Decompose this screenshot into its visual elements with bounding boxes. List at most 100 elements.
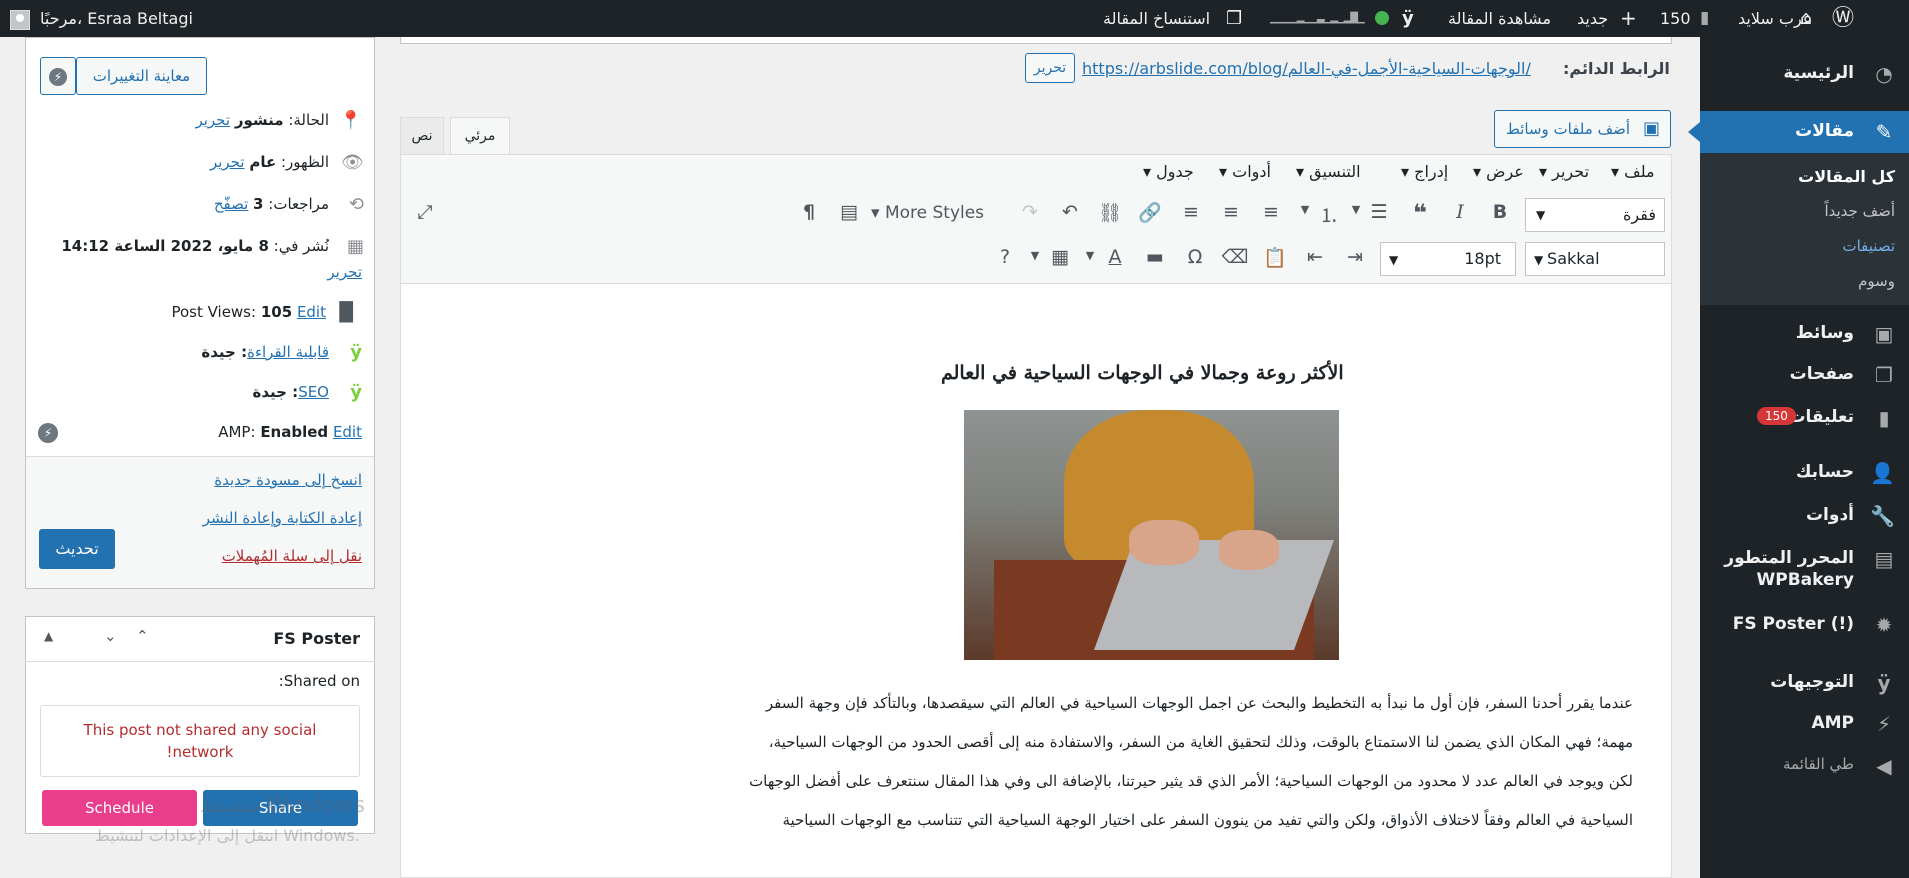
menu-file[interactable]: ملف ▾: [1611, 162, 1655, 181]
seo-link[interactable]: SEO: [298, 383, 329, 401]
editor-content-area[interactable]: الأكثر روعة وجمالا في الوجهات السياحية ف…: [400, 283, 1672, 878]
publish-box: معاينة التغييرات ⚡ 📍 الحالة: منشور تحرير…: [25, 37, 375, 589]
paragraph-mark-icon[interactable]: ¶: [795, 201, 823, 223]
visibility-edit-link[interactable]: تحرير: [210, 153, 245, 171]
help-icon[interactable]: ?: [991, 246, 1019, 268]
greeting[interactable]: مرحبًا، Esraa Beltagi: [40, 0, 193, 37]
fullscreen-icon[interactable]: ⤢: [411, 201, 439, 223]
align-right-icon[interactable]: ≡: [1177, 201, 1205, 223]
new-link[interactable]: جديد: [1577, 0, 1608, 37]
updates-count[interactable]: 150: [1660, 0, 1691, 37]
submenu-add-new[interactable]: أضف جديداً: [1824, 202, 1895, 220]
pin-location-icon: 📍: [339, 110, 362, 131]
media-icon: ▣: [1874, 322, 1894, 346]
numbered-list-icon[interactable]: ⒈: [1315, 201, 1343, 228]
horizontal-line-icon[interactable]: ▬: [1141, 246, 1169, 268]
toggle-panel-icon[interactable]: ▲: [44, 629, 53, 643]
format-select[interactable]: فقرة ▼: [1525, 198, 1665, 232]
add-media-button[interactable]: ▣ أضف ملفات وسائط: [1494, 110, 1671, 148]
align-left-icon[interactable]: ≡: [1257, 201, 1285, 223]
permalink-label: الرابط الدائم:: [1563, 59, 1670, 78]
article-image[interactable]: [964, 410, 1339, 660]
copy-to-draft-link[interactable]: انسخ إلى مسودة جديدة: [214, 471, 362, 489]
table-icon[interactable]: ▦: [1046, 246, 1074, 268]
link-icon[interactable]: 🔗: [1136, 201, 1164, 224]
submenu-categories[interactable]: تصنيفات: [1842, 237, 1895, 255]
status-edit-link[interactable]: تحرير: [195, 111, 230, 129]
wordpress-logo-icon[interactable]: Ⓦ: [1832, 0, 1854, 37]
post-editor: الرابط الدائم: https://arbslide.com/blog…: [400, 37, 1672, 878]
outdent-icon[interactable]: ⇤: [1301, 246, 1329, 268]
menu-edit[interactable]: تحرير ▾: [1539, 162, 1589, 181]
special-character-icon[interactable]: Ω: [1181, 246, 1209, 268]
menu-table[interactable]: جدول ▾: [1143, 162, 1194, 181]
windows-activation-watermark: تنشيط Windows: [200, 793, 366, 818]
published-edit-link[interactable]: تحرير: [327, 263, 362, 281]
bullet-list-dropdown-icon[interactable]: ▼: [1342, 203, 1370, 216]
revisions-clock-icon: ⟲: [348, 194, 364, 215]
site-name-link[interactable]: عرب سلايد: [1738, 0, 1812, 37]
title-field-edge: [400, 37, 1672, 44]
post-views-edit-link[interactable]: Edit: [297, 303, 326, 321]
font-family-select[interactable]: ▼ Sakkal Majalla: [1525, 242, 1665, 301]
chevron-up-icon[interactable]: ⌃: [136, 627, 149, 645]
preview-changes-button[interactable]: معاينة التغييرات: [76, 57, 207, 95]
clone-post-link[interactable]: استنساخ المقالة: [1103, 0, 1210, 37]
submenu-all-posts[interactable]: كل المقالات: [1798, 167, 1895, 186]
pages-icon: ❐: [1875, 363, 1893, 387]
wrench-icon: 🔧: [1870, 504, 1895, 528]
more-styles-dropdown[interactable]: ▾ More Styles: [871, 203, 984, 223]
view-post-link[interactable]: مشاهدة المقالة: [1448, 0, 1551, 37]
align-center-icon[interactable]: ≡: [1217, 201, 1245, 223]
numbered-list-dropdown-icon[interactable]: ▼: [1291, 203, 1319, 216]
amp-icon: ⚡: [49, 68, 67, 86]
publish-actions: انسخ إلى مسودة جديدة إعادة الكتابة وإعاد…: [26, 456, 374, 588]
readability-link[interactable]: قابلية القراءة: [247, 343, 329, 361]
amp-preview-button[interactable]: ⚡: [40, 57, 76, 95]
italic-icon[interactable]: I: [1446, 201, 1474, 223]
schedule-button[interactable]: Schedule: [42, 790, 197, 826]
comments-icon: ▮: [1878, 406, 1890, 430]
revisions-browse-link[interactable]: تصفّح: [214, 195, 248, 213]
admin-bar: Ⓦ ⌂ عرب سلايد ▮ 150 + جديد مشاهدة المقال…: [0, 0, 1909, 37]
bold-icon[interactable]: B: [1486, 201, 1514, 223]
menu-item-wpbakery[interactable]: ▤ المحرر المتطور WPBakery: [1700, 548, 1909, 592]
amp-edit-link[interactable]: Edit: [333, 423, 362, 441]
tab-visual[interactable]: مرئي: [450, 117, 510, 155]
indent-icon[interactable]: ⇥: [1341, 246, 1369, 268]
menu-tools[interactable]: أدوات ▾: [1219, 162, 1271, 181]
move-to-trash-link[interactable]: نقل إلى سلة المُهملات: [222, 547, 362, 565]
permalink-edit-button[interactable]: تحرير: [1025, 53, 1075, 83]
chevron-down-icon[interactable]: ⌄: [104, 627, 117, 645]
menu-format[interactable]: التنسيق ▾: [1296, 162, 1361, 181]
revisions-row: مراجعات: 3 تصفّح: [213, 195, 329, 213]
text-color-dropdown-icon[interactable]: ▼: [1076, 249, 1104, 262]
amp-icon: ⚡: [1876, 712, 1892, 736]
yoast-icon[interactable]: ÿ: [1402, 0, 1414, 37]
rewrite-republish-link[interactable]: إعادة الكتابة وإعادة النشر: [203, 509, 362, 527]
font-size-select[interactable]: ▼ 18pt: [1380, 242, 1516, 276]
update-button[interactable]: تحديث: [39, 529, 115, 569]
paragraph-line: مهمة؛ فهي المكان الذي يضمن لنا الاستمتاع…: [768, 733, 1633, 751]
text-color-icon[interactable]: A: [1101, 246, 1129, 268]
paste-as-text-icon[interactable]: 📋: [1261, 246, 1289, 269]
seo-status-dot: [1375, 11, 1389, 25]
admin-menu: ◔ الرئيسية ✎ مقالات كل المقالات أضف جديد…: [1688, 37, 1909, 878]
blockquote-icon[interactable]: ❝: [1406, 199, 1434, 227]
toolbar-toggle-icon[interactable]: ▤: [835, 201, 863, 223]
redo-icon[interactable]: ↷: [1016, 201, 1044, 223]
menu-view[interactable]: عرض ▾: [1473, 162, 1524, 181]
tab-text[interactable]: نص: [400, 117, 444, 155]
table-dropdown-icon[interactable]: ▼: [1021, 249, 1049, 262]
submenu-tags[interactable]: وسوم: [1858, 272, 1895, 290]
add-media-icon: ▣: [1642, 118, 1660, 139]
menu-insert[interactable]: إدراج ▾: [1401, 162, 1448, 181]
unlink-icon[interactable]: ⛓: [1096, 201, 1124, 224]
clear-formatting-icon[interactable]: ⌫: [1221, 246, 1249, 268]
share-status-message: This post not shared any social !network: [40, 705, 360, 777]
undo-icon[interactable]: ↶: [1056, 201, 1084, 223]
dashboard-icon: ◔: [1875, 62, 1893, 86]
avatar[interactable]: [10, 0, 30, 37]
permalink-url[interactable]: https://arbslide.com/blog/الوجهات-السياح…: [1082, 59, 1531, 78]
yoast-seo-icon: ÿ: [350, 382, 362, 403]
